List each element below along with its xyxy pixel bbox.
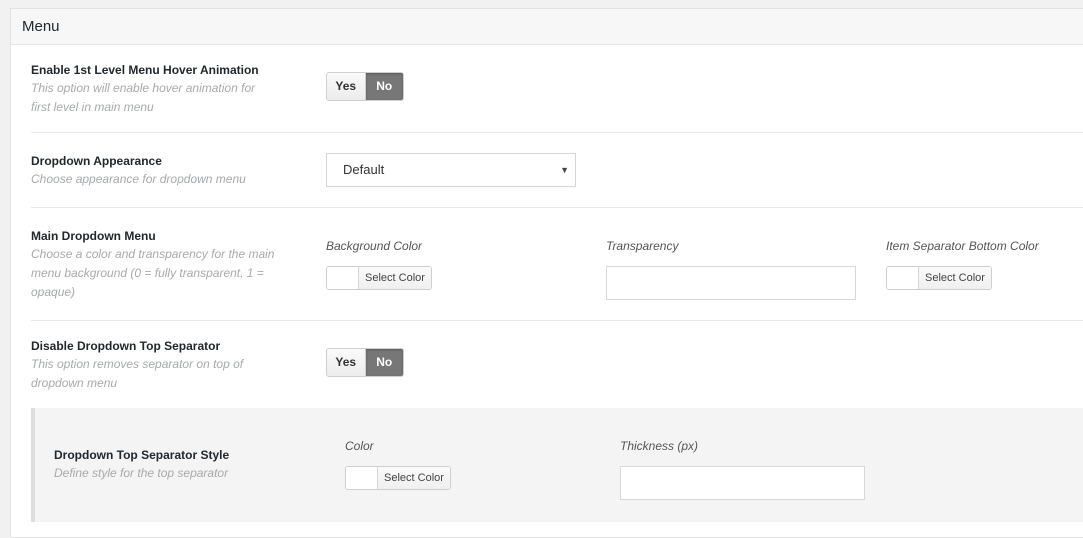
option-description: Choose appearance for dropdown menu bbox=[31, 172, 246, 186]
thickness-input[interactable] bbox=[620, 466, 865, 500]
option-row-hover-animation: Enable 1st Level Menu Hover Animation Th… bbox=[31, 45, 1083, 133]
option-title: Dropdown Top Separator Style bbox=[54, 448, 230, 462]
option-description-line: dropdown menu bbox=[31, 376, 118, 390]
color-swatch bbox=[887, 267, 919, 289]
option-row-main-dropdown: Main Dropdown Menu Choose a color and tr… bbox=[31, 208, 1083, 321]
option-title: Disable Dropdown Top Separator bbox=[31, 339, 221, 353]
select-color-button[interactable]: Select Color bbox=[919, 267, 991, 289]
thickness-label: Thickness (px) bbox=[620, 439, 699, 453]
transparency-label: Transparency bbox=[606, 239, 679, 253]
option-description: Choose a color and transparency for the … bbox=[31, 245, 296, 302]
chevron-down-icon: ▼ bbox=[560, 165, 569, 175]
color-swatch bbox=[346, 467, 378, 489]
item-separator-color-picker[interactable]: Select Color bbox=[886, 266, 992, 290]
top-separator-style-section: Dropdown Top Separator Style Define styl… bbox=[31, 408, 1083, 522]
option-description-line: Choose a color and transparency for the … bbox=[31, 247, 275, 261]
option-row-dropdown-appearance: Dropdown Appearance Choose appearance fo… bbox=[31, 133, 1083, 208]
item-separator-color-label: Item Separator Bottom Color bbox=[886, 239, 1039, 253]
dropdown-appearance-select[interactable]: Default ▼ bbox=[326, 153, 576, 187]
option-description: This option will enable hover animation … bbox=[31, 79, 296, 117]
option-description-line: This option removes separator on top of bbox=[31, 357, 244, 371]
background-color-label: Background Color bbox=[326, 239, 423, 253]
option-description-line: menu background (0 = fully transparent, … bbox=[31, 266, 264, 280]
select-color-button[interactable]: Select Color bbox=[359, 267, 431, 289]
toggle-yes-button[interactable]: Yes bbox=[327, 349, 366, 376]
transparency-input[interactable] bbox=[606, 266, 856, 300]
select-value: Default bbox=[343, 162, 385, 177]
hover-animation-toggle[interactable]: Yes No bbox=[326, 72, 404, 101]
panel-title: Menu bbox=[11, 9, 1083, 45]
select-color-button[interactable]: Select Color bbox=[378, 467, 450, 489]
option-description: This option removes separator on top of … bbox=[31, 355, 296, 393]
toggle-no-button[interactable]: No bbox=[365, 73, 403, 100]
toggle-no-button[interactable]: No bbox=[365, 349, 403, 376]
separator-color-label: Color bbox=[345, 439, 374, 453]
separator-color-picker[interactable]: Select Color bbox=[345, 466, 451, 490]
option-title: Dropdown Appearance bbox=[31, 154, 162, 168]
option-description-line: opaque) bbox=[31, 285, 76, 299]
disable-top-separator-toggle[interactable]: Yes No bbox=[326, 348, 404, 377]
option-row-disable-top-separator: Disable Dropdown Top Separator This opti… bbox=[31, 321, 1083, 409]
option-description: Define style for the top separator bbox=[54, 466, 229, 480]
option-title: Enable 1st Level Menu Hover Animation bbox=[31, 63, 259, 77]
option-description-line: This option will enable hover animation … bbox=[31, 81, 256, 95]
option-title: Main Dropdown Menu bbox=[31, 229, 156, 243]
color-swatch bbox=[327, 267, 359, 289]
option-description-line: first level in main menu bbox=[31, 100, 154, 114]
background-color-picker[interactable]: Select Color bbox=[326, 266, 432, 290]
toggle-yes-button[interactable]: Yes bbox=[327, 73, 366, 100]
